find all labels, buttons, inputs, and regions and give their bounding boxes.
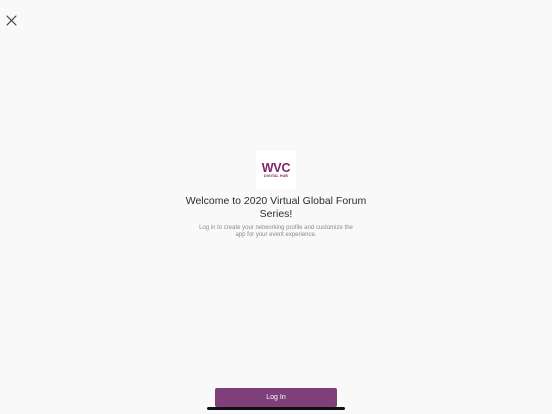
welcome-subtitle: Log in to create your networking profile… — [199, 225, 353, 238]
welcome-title: Welcome to 2020 Virtual Global Forum Ser… — [185, 195, 367, 220]
app-logo: WVC DIGITAL HUB — [256, 150, 296, 190]
login-button[interactable]: Log In — [215, 388, 337, 407]
home-indicator — [207, 407, 345, 410]
close-button[interactable] — [4, 13, 20, 29]
logo-sub-text: DIGITAL HUB — [264, 173, 288, 178]
close-icon — [4, 13, 20, 29]
logo-main-text: WVC — [261, 160, 291, 175]
